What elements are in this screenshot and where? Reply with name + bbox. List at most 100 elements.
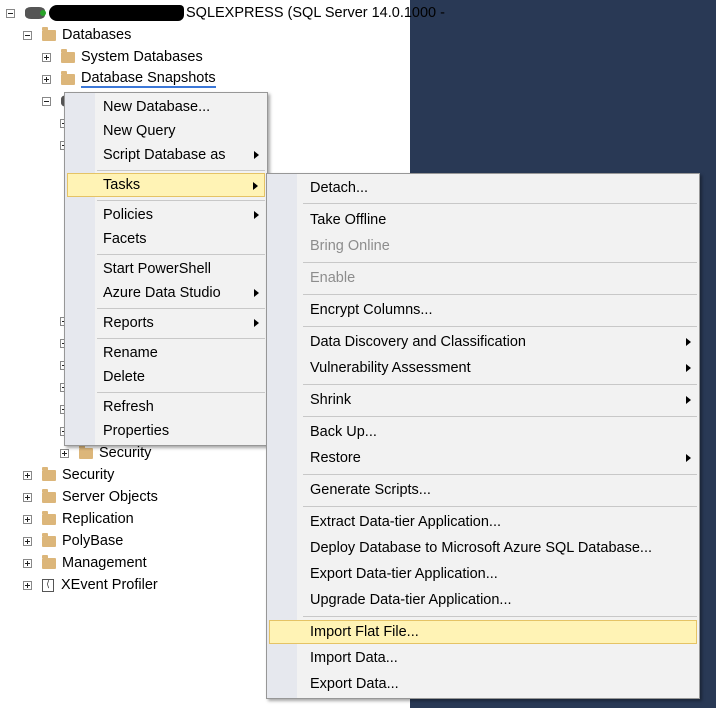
database-context-menu[interactable]: New Database... New Query Script Databas…: [64, 92, 268, 446]
tree-node-management[interactable]: Management: [23, 552, 147, 574]
menu-separator: [303, 616, 697, 617]
collapse-icon[interactable]: [23, 30, 32, 40]
menu-item-back-up[interactable]: Back Up...: [269, 420, 697, 444]
menu-separator: [303, 203, 697, 204]
expand-icon[interactable]: [23, 470, 32, 480]
submenu-arrow-icon: [686, 364, 691, 372]
redacted-server-name: [49, 5, 184, 21]
menu-item-shrink[interactable]: Shrink: [269, 388, 697, 412]
expand-icon[interactable]: [23, 558, 32, 568]
menu-separator: [303, 416, 697, 417]
expand-icon[interactable]: [23, 492, 32, 502]
menu-item-bring-online: Bring Online: [310, 238, 390, 254]
menu-separator: [303, 506, 697, 507]
tree-node-server-objects[interactable]: Server Objects: [23, 486, 158, 508]
menu-item-azure-data-studio[interactable]: Azure Data Studio: [67, 281, 265, 305]
menu-item-reports[interactable]: Reports: [67, 311, 265, 335]
server-label: SQLEXPRESS (SQL Server 14.0.1000 -: [186, 5, 445, 21]
menu-item-export-data-tier[interactable]: Export Data-tier Application...: [269, 562, 697, 586]
tree-node-label: Server Objects: [62, 489, 158, 505]
menu-item-generate-scripts[interactable]: Generate Scripts...: [269, 478, 697, 502]
menu-item-deploy-to-azure[interactable]: Deploy Database to Microsoft Azure SQL D…: [269, 536, 697, 560]
menu-separator: [97, 392, 265, 393]
folder-icon: [42, 26, 56, 41]
tree-node-replication[interactable]: Replication: [23, 508, 134, 530]
server-icon: [25, 7, 46, 19]
menu-item-facets[interactable]: Facets: [67, 227, 265, 251]
tree-node-databases[interactable]: Databases: [23, 24, 131, 46]
menu-separator: [303, 294, 697, 295]
menu-item-new-query[interactable]: New Query: [67, 119, 265, 143]
tree-node-label: XEvent Profiler: [61, 577, 158, 593]
menu-item-script-database-as[interactable]: Script Database as: [67, 143, 265, 167]
menu-item-restore[interactable]: Restore: [269, 446, 697, 470]
tree-node-label: PolyBase: [62, 533, 124, 549]
submenu-arrow-icon: [254, 319, 259, 327]
menu-separator: [97, 338, 265, 339]
menu-item-rename[interactable]: Rename: [67, 341, 265, 365]
menu-item-take-offline[interactable]: Take Offline: [269, 208, 697, 232]
tree-node-xevent-profiler[interactable]: ⟨ XEvent Profiler: [23, 574, 158, 596]
folder-icon: [79, 444, 93, 459]
collapse-icon[interactable]: [6, 8, 15, 18]
folder-icon: [42, 466, 56, 481]
menu-separator: [97, 170, 265, 171]
folder-icon: [61, 70, 75, 85]
menu-item-policies[interactable]: Policies: [67, 203, 265, 227]
expand-icon[interactable]: [42, 74, 51, 84]
menu-item-enable: Enable: [310, 270, 356, 286]
menu-separator: [303, 262, 697, 263]
tree-node-label: Security: [62, 467, 115, 483]
menu-item-extract-data-tier[interactable]: Extract Data-tier Application...: [269, 510, 697, 534]
menu-item-new-database[interactable]: New Database...: [67, 95, 265, 119]
menu-item-export-data[interactable]: Export Data...: [269, 672, 697, 696]
menu-item-data-discovery-classification[interactable]: Data Discovery and Classification: [269, 330, 697, 354]
tree-node-security[interactable]: Security: [23, 464, 114, 486]
submenu-arrow-icon: [254, 289, 259, 297]
tree-node-label: Databases: [62, 27, 132, 43]
menu-item-tasks[interactable]: Tasks: [67, 173, 265, 197]
tree-node-label: Management: [62, 555, 147, 571]
submenu-arrow-icon: [253, 182, 258, 190]
submenu-arrow-icon: [254, 211, 259, 219]
menu-item-vulnerability-assessment[interactable]: Vulnerability Assessment: [269, 356, 697, 380]
menu-item-refresh[interactable]: Refresh: [67, 395, 265, 419]
tree-node-system-databases[interactable]: System Databases: [42, 46, 203, 68]
folder-icon: [61, 48, 75, 63]
collapse-icon[interactable]: [42, 96, 51, 106]
tree-node-polybase[interactable]: PolyBase: [23, 530, 123, 552]
menu-separator: [303, 384, 697, 385]
tree-node-label: Security: [99, 445, 152, 461]
submenu-arrow-icon: [686, 454, 691, 462]
expand-icon[interactable]: [60, 448, 69, 458]
folder-icon: [42, 488, 56, 503]
submenu-arrow-icon: [254, 151, 259, 159]
folder-icon: [42, 554, 56, 569]
expand-icon[interactable]: [23, 536, 32, 546]
menu-item-import-flat-file[interactable]: Import Flat File...: [269, 620, 697, 644]
menu-item-import-data[interactable]: Import Data...: [269, 646, 697, 670]
expand-icon[interactable]: [42, 52, 51, 62]
menu-item-properties[interactable]: Properties: [67, 419, 265, 443]
expand-icon[interactable]: [23, 514, 32, 524]
menu-item-upgrade-data-tier[interactable]: Upgrade Data-tier Application...: [269, 588, 697, 612]
tasks-submenu[interactable]: Detach... Take Offline Bring Online Enab…: [266, 173, 700, 699]
menu-separator: [303, 326, 697, 327]
submenu-arrow-icon: [686, 396, 691, 404]
xevent-icon: ⟨: [42, 578, 54, 592]
tree-node-label: System Databases: [81, 49, 203, 65]
menu-item-start-powershell[interactable]: Start PowerShell: [67, 257, 265, 281]
menu-separator: [97, 200, 265, 201]
menu-separator: [97, 308, 265, 309]
menu-item-encrypt-columns[interactable]: Encrypt Columns...: [269, 298, 697, 322]
submenu-arrow-icon: [686, 338, 691, 346]
folder-icon: [42, 510, 56, 525]
menu-item-delete[interactable]: Delete: [67, 365, 265, 389]
tree-node-database-snapshots[interactable]: Database Snapshots: [42, 68, 216, 90]
tree-node-label: Replication: [62, 511, 134, 527]
menu-item-detach[interactable]: Detach...: [269, 176, 697, 200]
folder-icon: [42, 532, 56, 547]
tree-node-server[interactable]: SQLEXPRESS (SQL Server 14.0.1000 -: [6, 2, 445, 24]
expand-icon[interactable]: [23, 580, 32, 590]
menu-separator: [97, 254, 265, 255]
